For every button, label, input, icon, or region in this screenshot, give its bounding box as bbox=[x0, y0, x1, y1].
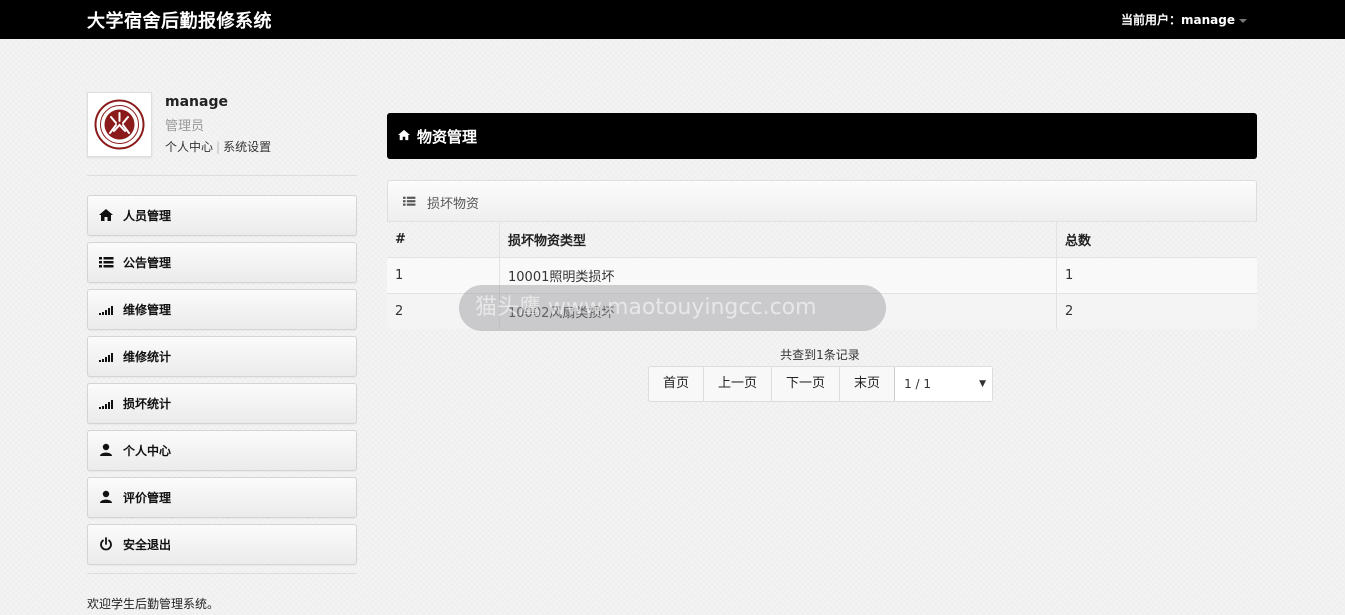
divider bbox=[87, 573, 357, 574]
chevron-down-icon: ▼ bbox=[979, 379, 987, 389]
panel-title: 损坏物资 bbox=[427, 197, 480, 212]
user-icon bbox=[100, 490, 112, 503]
sidebar-item-label: 安全退出 bbox=[123, 538, 172, 552]
next-page-button[interactable]: 下一页 bbox=[772, 367, 841, 401]
signal-icon bbox=[99, 353, 113, 362]
profile-username: manage bbox=[165, 94, 228, 110]
table-cell: 2 bbox=[1056, 293, 1257, 329]
table-cell: 1 bbox=[1056, 257, 1257, 294]
divider bbox=[87, 175, 357, 176]
sidebar-item-label: 维修管理 bbox=[123, 303, 172, 317]
sidebar-item-personnel[interactable]: 人员管理 bbox=[87, 195, 357, 236]
prev-page-button[interactable]: 上一页 bbox=[704, 367, 773, 401]
sidebar-item-announcements[interactable]: 公告管理 bbox=[87, 242, 357, 283]
signal-icon bbox=[99, 400, 113, 409]
caret-down-icon bbox=[1239, 18, 1247, 23]
top-navbar: 大学宿舍后勤报修系统 当前用户：manage bbox=[0, 0, 1345, 39]
home-icon bbox=[398, 129, 410, 141]
sidebar-item-label: 个人中心 bbox=[123, 444, 172, 458]
sidebar-nav: 人员管理 公告管理 维修管理 维修统计 损坏统计 个人中心 评价管理 安全退出 bbox=[87, 195, 357, 571]
table-header-row: # 损坏物资类型 总数 bbox=[387, 221, 1257, 258]
sidebar-item-label: 维修统计 bbox=[123, 350, 172, 364]
column-header-total: 总数 bbox=[1056, 221, 1257, 258]
current-user-dropdown[interactable]: 当前用户：manage bbox=[1121, 11, 1247, 28]
sidebar-item-label: 公告管理 bbox=[123, 256, 172, 270]
sidebar-item-label: 损坏统计 bbox=[123, 397, 172, 411]
sidebar-item-evaluation[interactable]: 评价管理 bbox=[87, 477, 357, 518]
panel-header: 损坏物资 bbox=[387, 180, 1257, 222]
avatar bbox=[87, 92, 152, 157]
power-icon bbox=[100, 537, 112, 551]
user-profile: manage 管理员 个人中心 | 系统设置 bbox=[87, 92, 357, 158]
page-header: 物资管理 bbox=[387, 113, 1257, 159]
page-select[interactable]: 1 / 1 ▼ bbox=[894, 367, 993, 401]
list-icon bbox=[99, 257, 114, 268]
sidebar-item-repair-statistics[interactable]: 维修统计 bbox=[87, 336, 357, 377]
watermark: 猫头鹰 www.maotouyingcc.com bbox=[459, 285, 886, 331]
last-page-button[interactable]: 末页 bbox=[840, 367, 894, 401]
page-title: 物资管理 bbox=[417, 128, 478, 146]
records-count: 共查到1条记录 bbox=[780, 348, 860, 362]
home-icon bbox=[99, 209, 113, 221]
sidebar-item-personal-center[interactable]: 个人中心 bbox=[87, 430, 357, 471]
sidebar-item-repair-management[interactable]: 维修管理 bbox=[87, 289, 357, 330]
link-separator: | bbox=[216, 140, 221, 154]
profile-role: 管理员 bbox=[165, 119, 205, 134]
sidebar-item-label: 评价管理 bbox=[123, 491, 172, 505]
sidebar-item-damage-statistics[interactable]: 损坏统计 bbox=[87, 383, 357, 424]
page-select-value: 1 / 1 bbox=[904, 377, 932, 391]
university-logo-icon bbox=[94, 99, 145, 150]
sidebar-item-label: 人员管理 bbox=[123, 209, 172, 223]
app-title[interactable]: 大学宿舍后勤报修系统 bbox=[87, 7, 272, 33]
welcome-text: 欢迎学生后勤管理系统。 bbox=[87, 597, 220, 611]
signal-icon bbox=[99, 306, 113, 315]
personal-center-link[interactable]: 个人中心 bbox=[165, 140, 213, 154]
user-icon bbox=[100, 443, 112, 456]
first-page-button[interactable]: 首页 bbox=[649, 367, 705, 401]
current-user-label: 当前用户：manage bbox=[1121, 13, 1235, 27]
list-icon bbox=[403, 196, 416, 206]
profile-links: 个人中心 | 系统设置 bbox=[165, 138, 271, 155]
sidebar-item-logout[interactable]: 安全退出 bbox=[87, 524, 357, 565]
column-header-type: 损坏物资类型 bbox=[499, 221, 1057, 258]
column-header-index: # bbox=[387, 221, 500, 258]
pagination: 首页 上一页 下一页 末页 1 / 1 ▼ bbox=[648, 366, 994, 402]
system-settings-link[interactable]: 系统设置 bbox=[223, 140, 271, 154]
